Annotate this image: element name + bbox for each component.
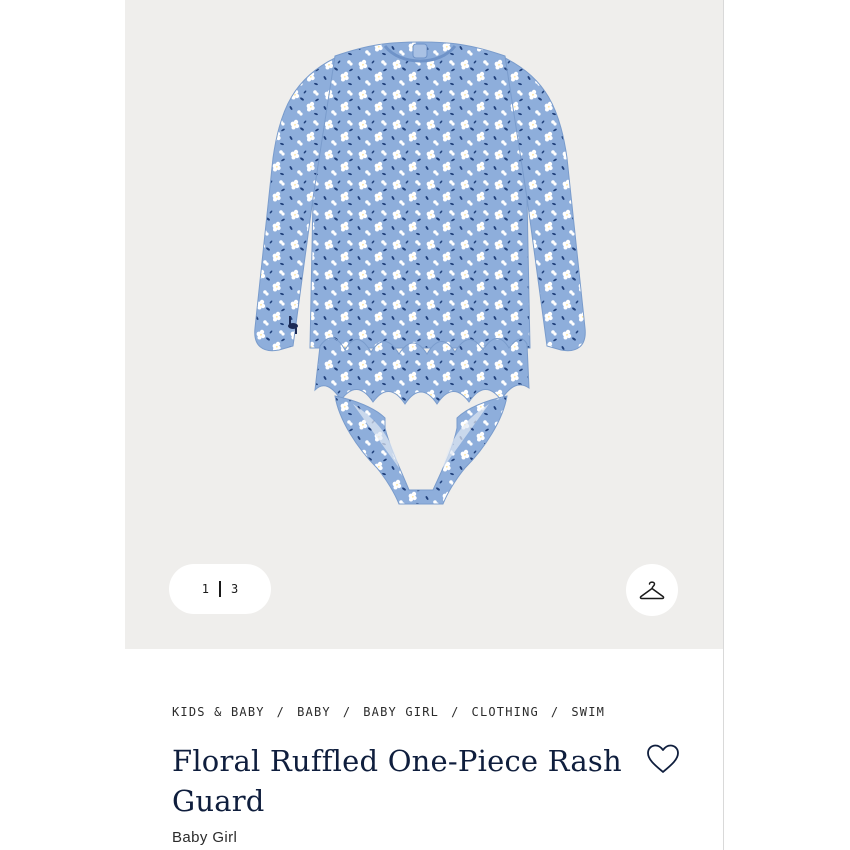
product-gallery[interactable]: 1 3: [125, 0, 724, 649]
pager-total: 3: [231, 582, 239, 596]
page-edge-divider: [723, 0, 724, 850]
add-to-wishlist-button[interactable]: [643, 739, 683, 779]
product-info: KIDS & BABY / BABY / BABY GIRL / CLOTHIN…: [125, 649, 724, 850]
product-image[interactable]: [185, 28, 655, 528]
breadcrumb: KIDS & BABY / BABY / BABY GIRL / CLOTHIN…: [172, 705, 605, 719]
find-in-store-button[interactable]: [626, 564, 678, 616]
breadcrumb-separator: /: [550, 705, 560, 719]
breadcrumb-swim[interactable]: SWIM: [571, 705, 605, 719]
breadcrumb-separator: /: [451, 705, 460, 719]
breadcrumb-baby[interactable]: BABY: [297, 705, 331, 719]
breadcrumb-kids-baby[interactable]: KIDS & BABY: [172, 705, 265, 719]
breadcrumb-separator: /: [276, 705, 286, 719]
breadcrumb-clothing[interactable]: CLOTHING: [472, 705, 539, 719]
breadcrumb-separator: /: [342, 705, 352, 719]
breadcrumb-baby-girl[interactable]: BABY GIRL: [363, 705, 439, 719]
product-page: 1 3 KIDS & BABY / BABY / BABY GIRL / CLO…: [125, 0, 724, 850]
heart-icon: [647, 744, 679, 773]
pager-divider: [219, 581, 221, 597]
pager-current: 1: [201, 582, 209, 596]
hanger-icon: [639, 581, 665, 600]
product-title: Floral Ruffled One-Piece Rash Guard: [172, 744, 622, 818]
image-pager[interactable]: 1 3: [169, 564, 271, 614]
product-subtitle: Baby Girl: [172, 829, 238, 846]
